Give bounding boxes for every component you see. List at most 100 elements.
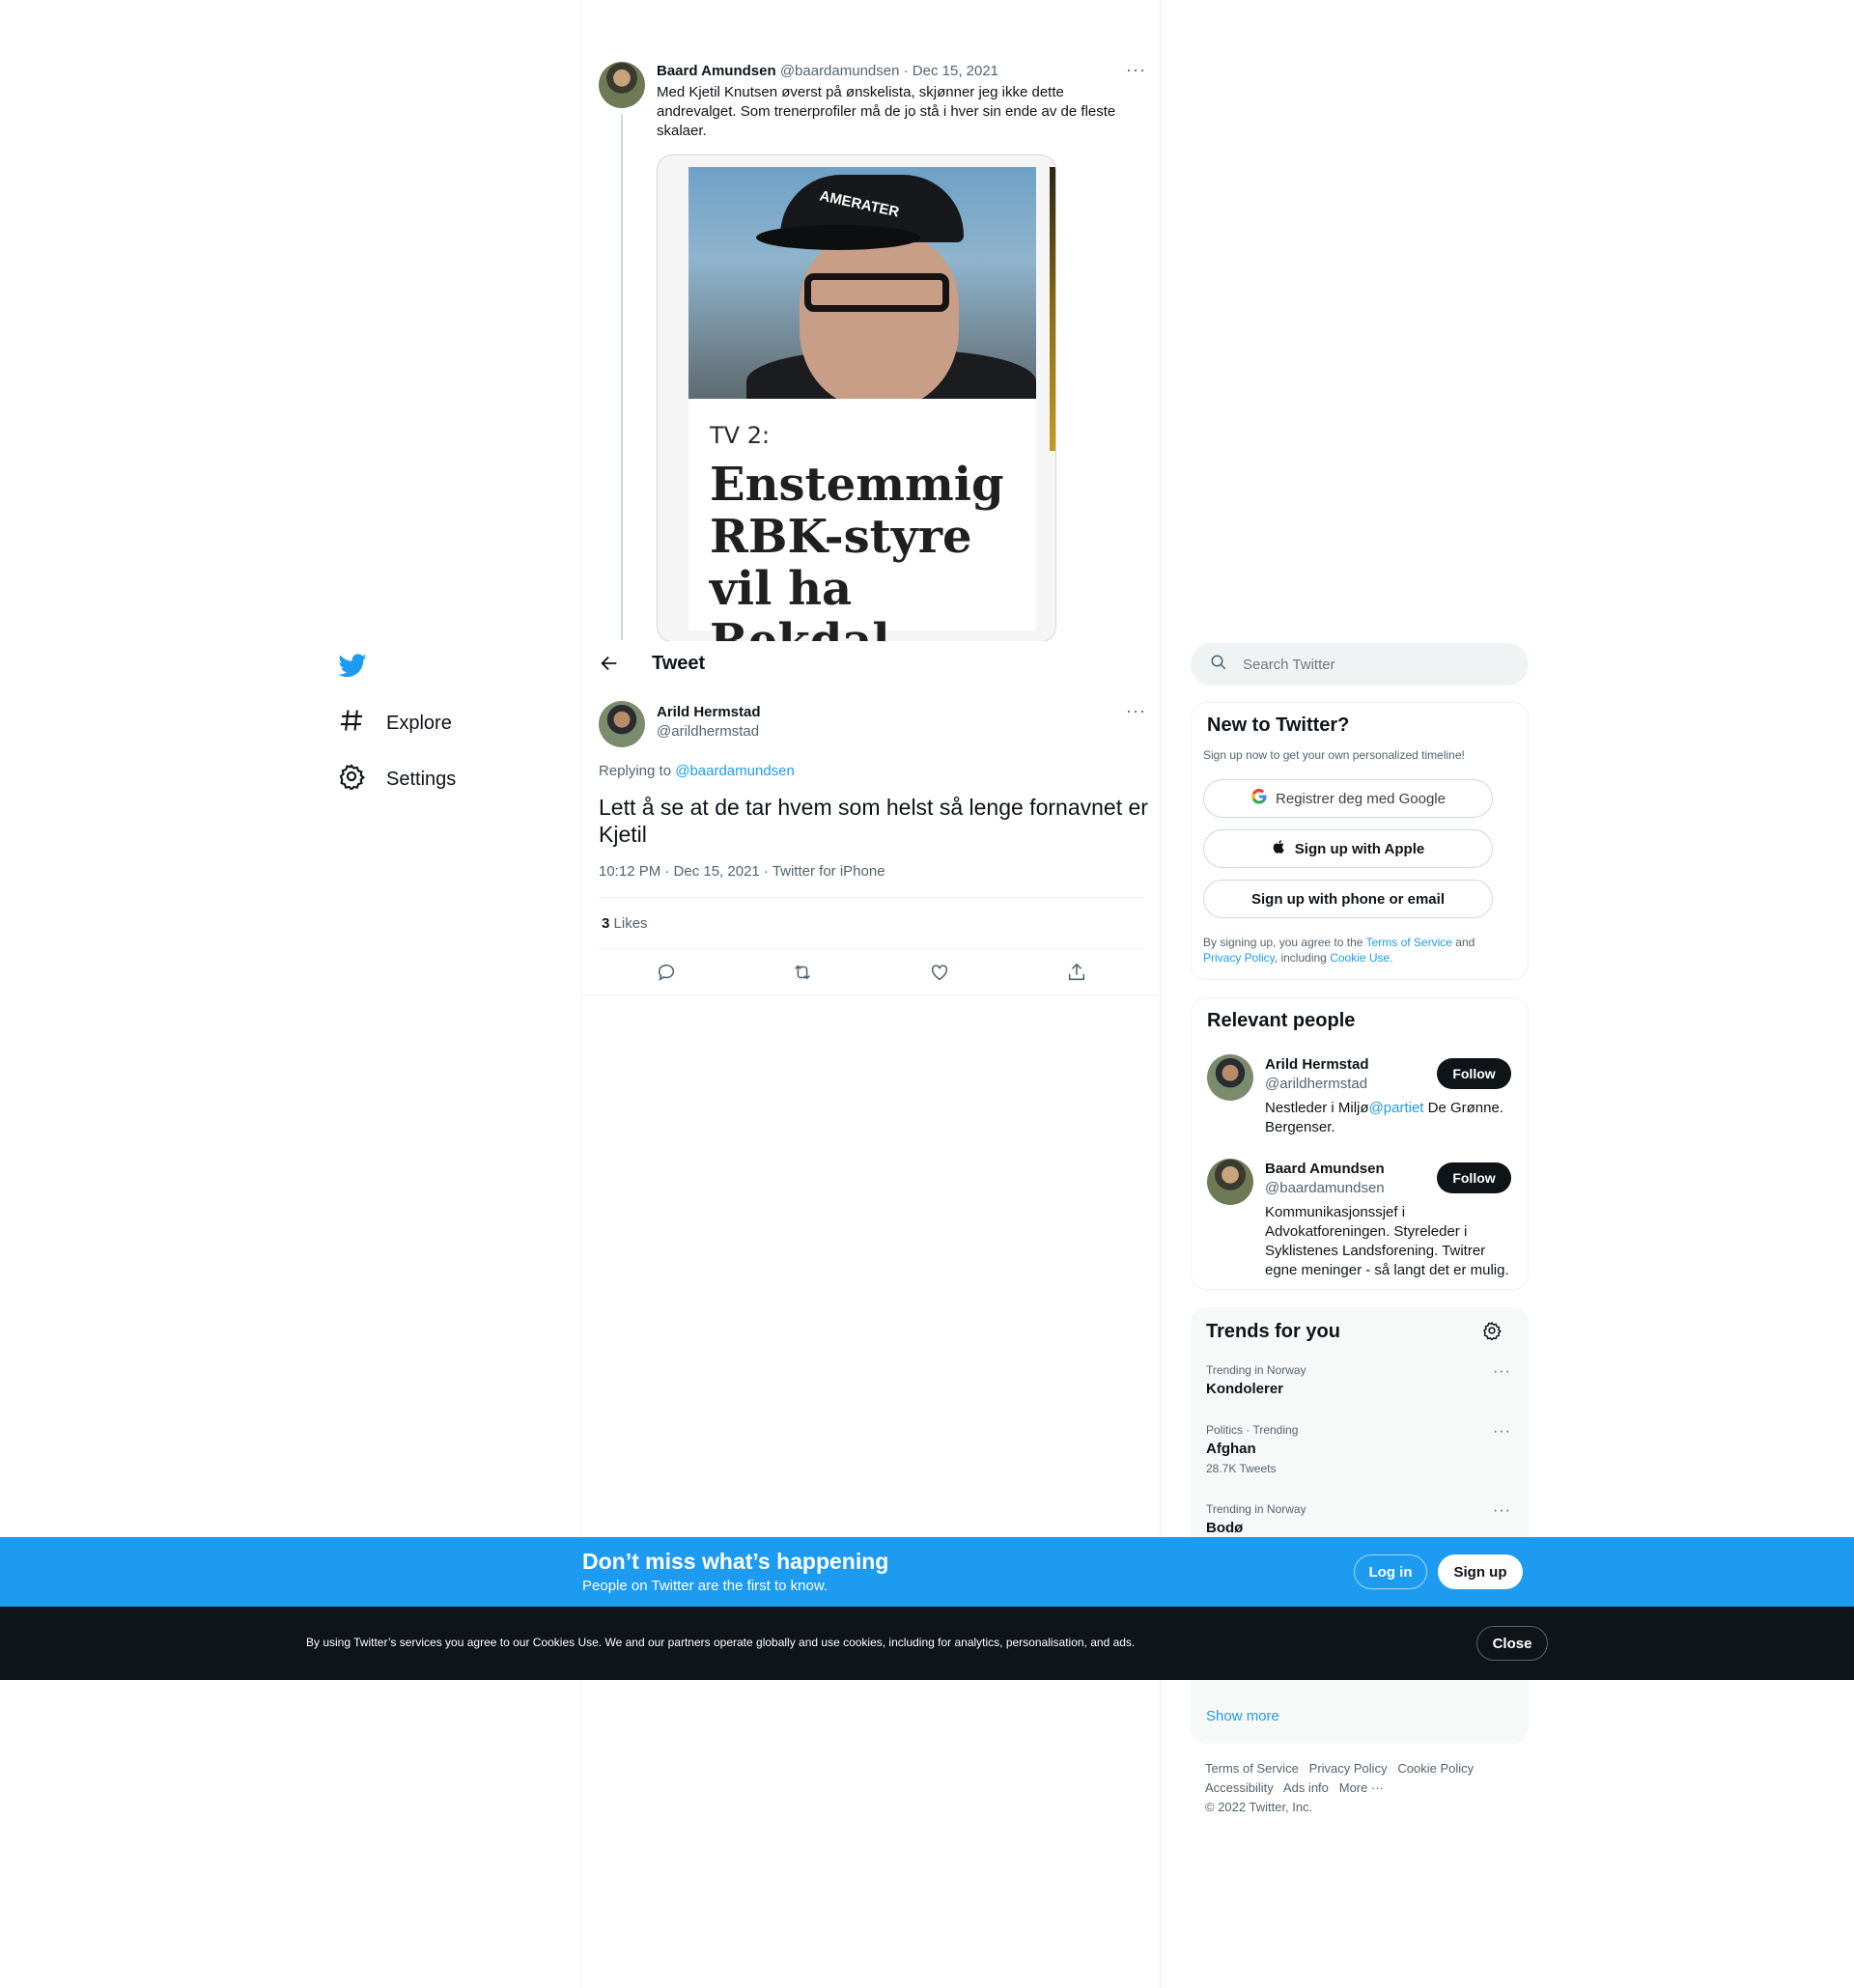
timeline-right-border: [1160, 0, 1161, 1988]
terms-link[interactable]: Terms of Service: [1366, 936, 1452, 949]
follow-button[interactable]: Follow: [1437, 1162, 1511, 1193]
cookie-link[interactable]: Cookie Use.: [1330, 951, 1392, 965]
page-title: Tweet: [652, 653, 706, 674]
panel-title: Trends for you: [1206, 1321, 1340, 1342]
person-handle[interactable]: @baardamundsen: [1265, 1180, 1385, 1196]
trend-item[interactable]: Trending in Norway Kondolerer ···: [1191, 1363, 1529, 1421]
avatar[interactable]: [599, 62, 645, 108]
person-handle[interactable]: @arildhermstad: [1265, 1076, 1367, 1092]
tweet-text: Lett å se at de tar hvem som helst så le…: [599, 795, 1148, 847]
hashtag-icon: [338, 707, 365, 740]
panel-title: Relevant people: [1207, 1010, 1356, 1031]
likes-count: 3: [602, 915, 610, 932]
gear-icon[interactable]: [1482, 1321, 1502, 1345]
trend-name: Afghan: [1206, 1441, 1256, 1457]
more-options-icon[interactable]: ···: [1126, 60, 1146, 80]
article-kicker: TV 2:: [710, 422, 771, 449]
sidebar-footer: Terms of Service Privacy Policy Cookie P…: [1205, 1759, 1524, 1817]
person-name[interactable]: Arild Hermstad: [1265, 1056, 1369, 1073]
show-more-link[interactable]: Show more: [1206, 1708, 1279, 1724]
search-icon: [1210, 654, 1227, 676]
person-name[interactable]: Baard Amundsen: [1265, 1161, 1385, 1177]
twitter-logo-icon[interactable]: [338, 651, 367, 680]
panel-subtitle: Sign up now to get your own personalized…: [1203, 748, 1465, 762]
legal-text-3: , including: [1274, 951, 1327, 965]
footer-link[interactable]: Ads info: [1283, 1780, 1329, 1795]
signup-button[interactable]: Sign up: [1438, 1554, 1523, 1589]
replying-handle-link[interactable]: @baardamundsen: [675, 763, 795, 779]
cookie-text: By using Twitter’s services you agree to…: [306, 1636, 1136, 1649]
tweet-image-card[interactable]: AMERATER TV 2: Enstemmig RBK-styre vil h…: [657, 154, 1056, 642]
email-signup-button[interactable]: Sign up with phone or email: [1203, 880, 1493, 918]
divider: [599, 897, 1144, 898]
avatar[interactable]: [599, 701, 645, 747]
parent-tweet-header: Baard Amundsen @baardamundsen · Dec 15, …: [657, 63, 998, 79]
replying-prefix: Replying to: [599, 763, 672, 779]
tweet-date[interactable]: · Dec 15, 2021: [904, 63, 998, 79]
more-options-icon[interactable]: ···: [1126, 701, 1146, 721]
signup-panel: New to Twitter? Sign up now to get your …: [1191, 702, 1529, 980]
gear-icon: [338, 763, 365, 796]
article-text: TV 2: Enstemmig RBK-styre vil ha Rekdal: [688, 399, 1036, 641]
apple-icon: [1272, 839, 1287, 858]
trend-item[interactable]: Trending in Norway Bodø ···: [1191, 1502, 1529, 1541]
author-handle[interactable]: @baardamundsen: [780, 63, 900, 79]
footer-link[interactable]: Terms of Service: [1205, 1761, 1299, 1776]
parent-tweet-text: Med Kjetil Knutsen øverst på ønskelista,…: [657, 84, 1116, 139]
footer-link[interactable]: More ···: [1339, 1780, 1384, 1795]
signup-banner: Don’t miss what’s happening People on Tw…: [0, 1537, 1854, 1607]
apple-signup-button[interactable]: Sign up with Apple: [1203, 829, 1493, 868]
author-handle[interactable]: @arildhermstad: [657, 723, 759, 740]
divider: [599, 948, 1144, 949]
like-icon[interactable]: [929, 962, 950, 988]
legal-text-1: By signing up, you agree to the: [1203, 936, 1363, 949]
privacy-link[interactable]: Privacy Policy: [1203, 951, 1275, 965]
bio-mention-link[interactable]: @partiet: [1369, 1100, 1424, 1116]
signup-legal-text: By signing up, you agree to the Terms of…: [1203, 935, 1512, 966]
share-icon[interactable]: [1066, 962, 1087, 988]
follow-button[interactable]: Follow: [1437, 1058, 1511, 1089]
google-icon: [1250, 788, 1268, 809]
nav-settings[interactable]: Settings: [338, 763, 456, 796]
google-signup-button[interactable]: Registrer deg med Google: [1203, 779, 1493, 818]
avatar[interactable]: [1207, 1159, 1253, 1205]
avatar[interactable]: [1207, 1054, 1253, 1101]
author-name[interactable]: Baard Amundsen: [657, 63, 776, 79]
tweet-meta[interactable]: 10:12 PM · Dec 15, 2021 · Twitter for iP…: [599, 863, 885, 880]
reply-icon[interactable]: [656, 962, 677, 988]
article-photo: AMERATER: [688, 167, 1036, 399]
panel-title: New to Twitter?: [1207, 714, 1350, 736]
footer-link[interactable]: Privacy Policy: [1309, 1761, 1388, 1776]
nav-explore[interactable]: Explore: [338, 707, 452, 740]
retweet-icon[interactable]: [792, 962, 813, 988]
nav-explore-label: Explore: [386, 712, 452, 734]
trend-count: 28.7K Tweets: [1206, 1462, 1277, 1475]
trend-name: Kondolerer: [1206, 1381, 1284, 1397]
back-arrow-icon[interactable]: [599, 653, 620, 674]
replying-to: Replying to @baardamundsen: [599, 763, 795, 779]
trend-context: Trending in Norway: [1206, 1502, 1306, 1516]
banner-title: Don’t miss what’s happening: [582, 1549, 889, 1574]
footer-link[interactable]: Accessibility: [1205, 1780, 1274, 1795]
trend-context: Politics · Trending: [1206, 1423, 1299, 1437]
search-input[interactable]: [1243, 656, 1494, 673]
apple-signup-label: Sign up with Apple: [1294, 840, 1425, 857]
trend-name: Bodø: [1206, 1520, 1244, 1536]
bio-text: Nestleder i Miljø: [1265, 1100, 1369, 1116]
login-button[interactable]: Log in: [1354, 1554, 1427, 1589]
more-options-icon[interactable]: ···: [1493, 1502, 1511, 1520]
card-edge-strip: [1050, 167, 1055, 451]
footer-link[interactable]: Cookie Policy: [1397, 1761, 1474, 1776]
trend-item[interactable]: Politics · Trending Afghan 28.7K Tweets …: [1191, 1423, 1529, 1485]
author-name[interactable]: Arild Hermstad: [657, 704, 761, 720]
more-options-icon[interactable]: ···: [1493, 1363, 1511, 1381]
person-bio: Nestleder i Miljø@partiet De Grønne. Ber…: [1265, 1099, 1516, 1137]
email-signup-label: Sign up with phone or email: [1250, 890, 1445, 908]
search-bar[interactable]: [1191, 643, 1529, 686]
trend-context: Trending in Norway: [1206, 1363, 1306, 1377]
likes-stat[interactable]: 3 Likes: [602, 915, 648, 932]
close-cookie-button[interactable]: Close: [1476, 1626, 1548, 1661]
more-options-icon[interactable]: ···: [1493, 1423, 1511, 1441]
article-headline: Enstemmig RBK-styre vil ha Rekdal: [710, 458, 1004, 642]
banner-subtitle: People on Twitter are the first to know.: [582, 1578, 829, 1594]
